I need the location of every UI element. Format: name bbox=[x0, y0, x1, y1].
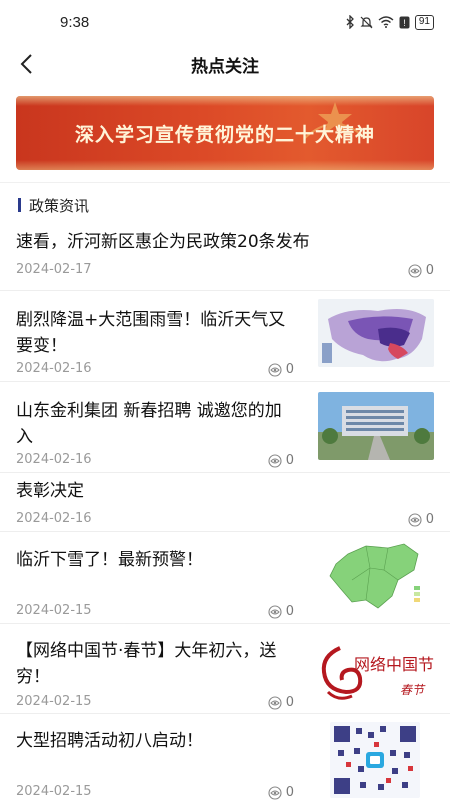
qr-code-thumbnail bbox=[330, 722, 420, 798]
festival-logo-subtext: 春节 bbox=[400, 683, 426, 697]
eye-icon bbox=[268, 604, 282, 619]
news-title: 临沂下雪了！最新预警！ bbox=[16, 550, 203, 570]
eye-icon bbox=[408, 263, 422, 278]
festival-logo-text: 网络中国节 bbox=[354, 655, 434, 674]
news-item[interactable]: 速看，沂河新区惠企为民政策20条发布 2024-02-17 0 bbox=[0, 227, 450, 291]
news-date: 2024-02-16 bbox=[16, 361, 92, 376]
news-date: 2024-02-17 bbox=[16, 262, 92, 277]
view-count-value: 0 bbox=[425, 512, 434, 527]
view-count: 0 bbox=[268, 604, 294, 619]
building-photo-thumbnail bbox=[318, 392, 434, 460]
battery-indicator: 91 bbox=[414, 14, 434, 30]
view-count: 0 bbox=[268, 453, 294, 468]
festival-logo-thumbnail: 网络中国节 春节 bbox=[318, 632, 434, 706]
status-icons: ! 91 bbox=[345, 14, 434, 30]
bluetooth-icon bbox=[346, 15, 354, 29]
view-count-value: 0 bbox=[425, 263, 434, 278]
view-count-value: 0 bbox=[285, 362, 294, 377]
view-count: 0 bbox=[408, 512, 434, 527]
notification-icon: ! bbox=[399, 16, 410, 28]
news-list: 速看，沂河新区惠企为民政策20条发布 2024-02-17 0 剧烈降温+大范围… bbox=[0, 227, 450, 800]
view-count-value: 0 bbox=[285, 785, 294, 800]
chevron-left-icon bbox=[20, 54, 32, 74]
status-time: 9:38 bbox=[60, 13, 90, 31]
weather-map-thumbnail bbox=[318, 299, 434, 367]
nav-bar: 热点关注 bbox=[0, 44, 450, 84]
view-count-value: 0 bbox=[285, 453, 294, 468]
news-item[interactable]: 临沂下雪了！最新预警！ 2024-02-15 0 bbox=[0, 532, 450, 624]
news-title: 剧烈降温+大范围雨雪！临沂天气又要变！ bbox=[16, 310, 286, 356]
svg-text:!: ! bbox=[403, 18, 406, 28]
news-date: 2024-02-15 bbox=[16, 694, 92, 709]
news-date: 2024-02-16 bbox=[16, 452, 92, 467]
news-item[interactable]: 剧烈降温+大范围雨雪！临沂天气又要变！ 2024-02-16 0 bbox=[0, 291, 450, 382]
view-count: 0 bbox=[268, 362, 294, 377]
section-title: 政策资讯 bbox=[29, 196, 90, 215]
eye-icon bbox=[408, 512, 422, 527]
page-title: 热点关注 bbox=[191, 56, 259, 77]
view-count: 0 bbox=[268, 785, 294, 800]
news-title: 大型招聘活动初八启动！ bbox=[16, 731, 203, 751]
section-header: 政策资讯 bbox=[0, 183, 450, 227]
banner-text: 深入学习宣传贯彻党的二十大精神 bbox=[74, 123, 375, 146]
news-title: 山东金利集团 新春招聘 诚邀您的加入 bbox=[16, 401, 282, 447]
news-date: 2024-02-16 bbox=[16, 511, 92, 526]
view-count-value: 0 bbox=[285, 604, 294, 619]
eye-icon bbox=[268, 453, 282, 468]
news-title: 【网络中国节·春节】大年初六，送穷！ bbox=[16, 641, 277, 687]
mute-icon bbox=[360, 16, 373, 28]
wifi-icon bbox=[378, 16, 394, 28]
eye-icon bbox=[268, 695, 282, 710]
news-date: 2024-02-15 bbox=[16, 784, 92, 799]
view-count: 0 bbox=[408, 263, 434, 278]
news-item[interactable]: 表彰决定 2024-02-16 0 bbox=[0, 473, 450, 532]
news-item[interactable]: 大型招聘活动初八启动！ 2024-02-15 0 bbox=[0, 714, 450, 800]
news-date: 2024-02-15 bbox=[16, 603, 92, 618]
view-count-value: 0 bbox=[285, 695, 294, 710]
region-map-thumbnail bbox=[318, 540, 434, 612]
promo-banner[interactable]: 深入学习宣传贯彻党的二十大精神 bbox=[16, 96, 434, 170]
news-item[interactable]: 【网络中国节·春节】大年初六，送穷！ 2024-02-15 0 网络中国节 春节 bbox=[0, 624, 450, 714]
eye-icon bbox=[268, 785, 282, 800]
back-button[interactable] bbox=[10, 48, 42, 80]
eye-icon bbox=[268, 362, 282, 377]
status-bar: 9:38 ! 91 bbox=[0, 0, 450, 44]
view-count: 0 bbox=[268, 695, 294, 710]
news-title: 速看，沂河新区惠企为民政策20条发布 bbox=[16, 232, 310, 252]
news-item[interactable]: 山东金利集团 新春招聘 诚邀您的加入 2024-02-16 0 bbox=[0, 382, 450, 473]
bar-icon bbox=[18, 198, 21, 212]
news-title: 表彰决定 bbox=[16, 481, 84, 501]
